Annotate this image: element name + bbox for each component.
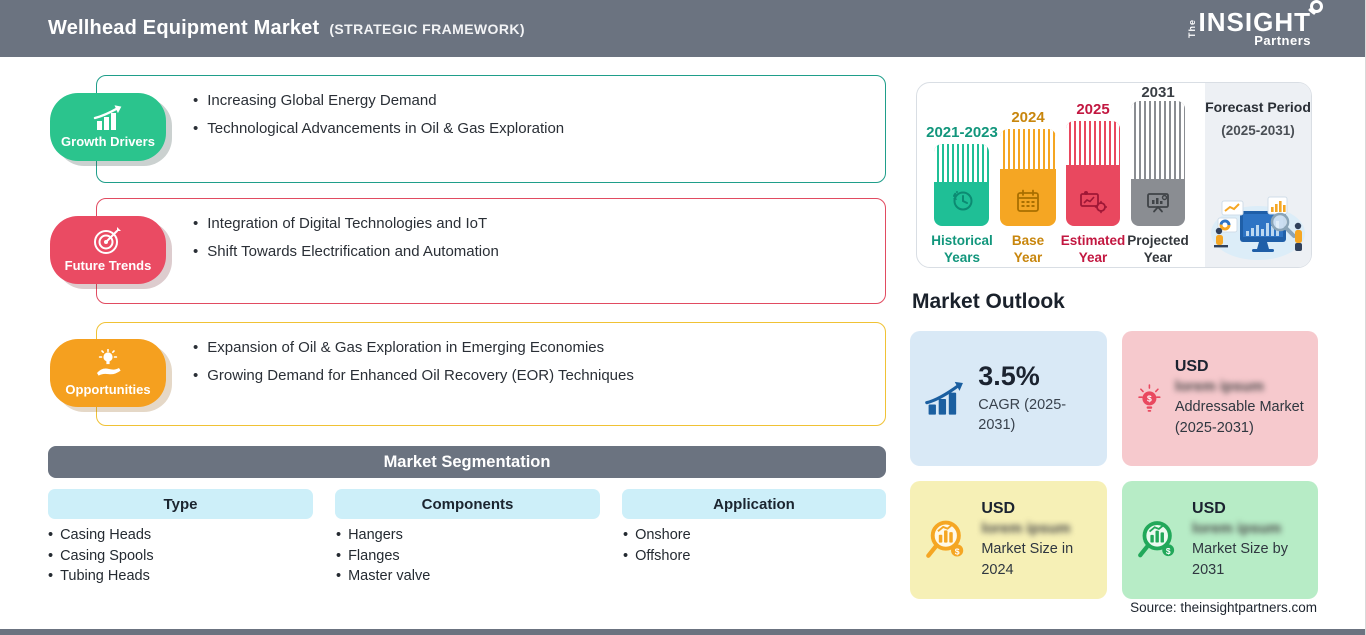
badge-label: Growth Drivers <box>61 134 155 149</box>
application-list: Onshore Offshore <box>623 525 883 566</box>
list-item: Tubing Heads <box>48 566 308 587</box>
year-label: 2025 <box>1076 101 1110 118</box>
year-label: 2021-2023 <box>926 124 998 141</box>
bar-caption: Base Year <box>1011 233 1045 265</box>
segment-column-application: Application <box>622 489 886 519</box>
forecast-range: (2025-2031) <box>1221 122 1295 138</box>
svg-text:$: $ <box>955 546 960 556</box>
market-segmentation-header: Market Segmentation <box>48 446 886 478</box>
opportunity-item: Expansion of Oil & Gas Exploration in Em… <box>193 337 865 359</box>
infographic-canvas: Wellhead Equipment Market (STRATEGIC FRA… <box>0 0 1366 635</box>
badge-label: Future Trends <box>64 258 152 273</box>
bar-caption: Historical Years <box>931 233 993 265</box>
market-outlook-title: Market Outlook <box>912 290 1065 313</box>
year-label: 2031 <box>1141 84 1175 101</box>
card-label: Market Size by 2031 <box>1192 540 1288 578</box>
header-bar: Wellhead Equipment Market (STRATEGIC FRA… <box>0 0 1365 57</box>
logo-the-text: The <box>1186 18 1197 38</box>
analytics-gear-icon <box>1080 191 1107 214</box>
svg-text:$: $ <box>1147 393 1152 403</box>
cagr-value: 3.5% <box>978 360 1040 391</box>
list-item: Onshore <box>623 525 883 546</box>
cagr-label: CAGR (2025-2031) <box>978 396 1067 433</box>
growth-chart-icon <box>93 105 122 130</box>
badge-label: Opportunities <box>65 382 151 397</box>
cagr-chart-icon <box>925 381 963 415</box>
currency-label: USD <box>1192 499 1226 517</box>
list-item: Casing Spools <box>48 546 308 567</box>
magnifier-chart-green-icon: $ <box>1138 521 1175 558</box>
clock-history-icon <box>952 191 972 211</box>
year-label: 2024 <box>1011 109 1045 126</box>
svg-text:$: $ <box>1166 546 1171 556</box>
bar-caption: Estimated Year <box>1060 233 1126 265</box>
cagr-card: 3.5% CAGR (2025-2031) <box>910 331 1107 466</box>
future-trends-box: Integration of Digital Technologies and … <box>96 198 886 304</box>
list-item: Master valve <box>336 566 596 587</box>
opportunity-item: Growing Demand for Enhanced Oil Recovery… <box>193 365 865 387</box>
source-attribution: Source: theinsightpartners.com <box>1130 600 1317 615</box>
base-year-bar <box>1000 129 1056 226</box>
presentation-icon <box>1147 193 1169 213</box>
list-item: Hangers <box>336 525 596 546</box>
historical-years-bar <box>934 144 989 226</box>
addressable-market-card: $ USD lorem ipsum Addressable Market (20… <box>1122 331 1318 466</box>
growth-drivers-badge: Growth Drivers <box>50 93 166 161</box>
growth-driver-item: Increasing Global Energy Demand <box>193 90 865 112</box>
bulb-hand-icon <box>97 349 121 376</box>
growth-drivers-box: Increasing Global Energy Demand Technolo… <box>96 75 886 183</box>
currency-label: USD <box>981 499 1016 517</box>
bulb-dollar-icon: $ <box>1138 383 1161 412</box>
bar-caption: Projected Year <box>1127 233 1189 265</box>
list-item: Offshore <box>623 546 883 567</box>
type-list: Casing Heads Casing Spools Tubing Heads <box>48 525 308 587</box>
forecast-panel: Forecast Period (2025-2031) <box>1205 83 1311 267</box>
magnifier-icon <box>1310 0 1323 13</box>
blurred-value: lorem ipsum <box>1174 378 1264 396</box>
market-size-2031-card: $ USD lorem ipsum Market Size by 2031 <box>1122 481 1318 599</box>
card-label: Market Size in 2024 <box>981 540 1074 578</box>
market-size-2024-card: $ USD lorem ipsum Market Size in 2024 <box>910 481 1107 599</box>
segment-column-components: Components <box>335 489 600 519</box>
page-title: Wellhead Equipment Market <box>48 17 320 39</box>
growth-driver-item: Technological Advancements in Oil & Gas … <box>193 118 865 140</box>
analytics-illustration <box>1211 196 1305 260</box>
magnifier-chart-orange-icon: $ <box>926 520 964 558</box>
forecast-title: Forecast Period <box>1205 99 1311 115</box>
footer-bar <box>0 629 1365 635</box>
list-item: Casing Heads <box>48 525 308 546</box>
future-trends-badge: Future Trends <box>50 216 166 284</box>
logo-insight-text: INSIGHT <box>1198 7 1311 37</box>
blurred-value: lorem ipsum <box>1192 519 1282 537</box>
page-subtitle: (STRATEGIC FRAMEWORK) <box>329 21 525 37</box>
currency-label: USD <box>1174 358 1209 376</box>
calendar-icon <box>1017 189 1039 212</box>
segmentation-title: Market Segmentation <box>383 452 551 471</box>
list-item: Flanges <box>336 546 596 567</box>
projected-year-bar <box>1131 101 1185 226</box>
estimated-year-bar <box>1066 121 1120 226</box>
future-trend-item: Integration of Digital Technologies and … <box>193 213 865 235</box>
target-dart-icon <box>94 227 121 254</box>
components-list: Hangers Flanges Master valve <box>336 525 596 587</box>
segment-column-type: Type <box>48 489 313 519</box>
opportunities-badge: Opportunities <box>50 339 166 407</box>
card-label: Addressable Market (2025-2031) <box>1174 399 1304 436</box>
future-trend-item: Shift Towards Electrification and Automa… <box>193 241 865 263</box>
insight-partners-logo: The INSIGHT Partners <box>1186 0 1323 48</box>
blurred-value: lorem ipsum <box>981 519 1071 537</box>
opportunities-box: Expansion of Oil & Gas Exploration in Em… <box>96 322 886 426</box>
timeline-card: Forecast Period (2025-2031) 2021-2023 20… <box>916 82 1312 268</box>
